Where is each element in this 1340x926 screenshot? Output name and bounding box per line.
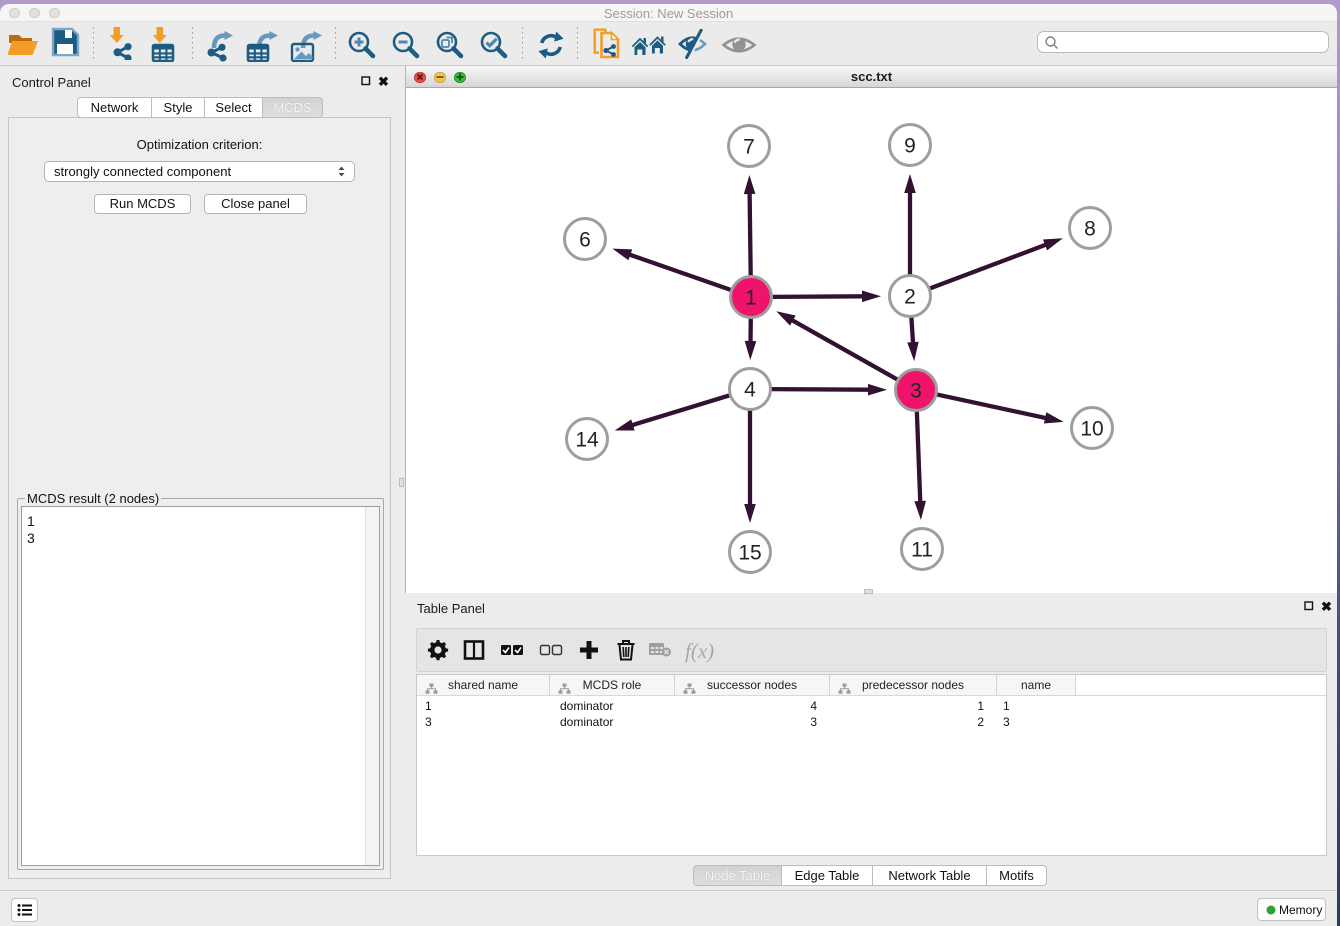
svg-text:3: 3 (910, 380, 922, 403)
svg-text:15: 15 (738, 542, 761, 565)
svg-text:2: 2 (904, 286, 916, 309)
svg-text:6: 6 (579, 229, 591, 252)
svg-text:8: 8 (1084, 218, 1096, 241)
svg-text:14: 14 (575, 429, 599, 452)
svg-text:1: 1 (745, 287, 757, 310)
svg-text:10: 10 (1080, 418, 1103, 441)
svg-text:9: 9 (904, 135, 916, 158)
svg-text:11: 11 (911, 539, 933, 562)
svg-text:4: 4 (744, 379, 756, 402)
svg-text:7: 7 (743, 136, 755, 159)
